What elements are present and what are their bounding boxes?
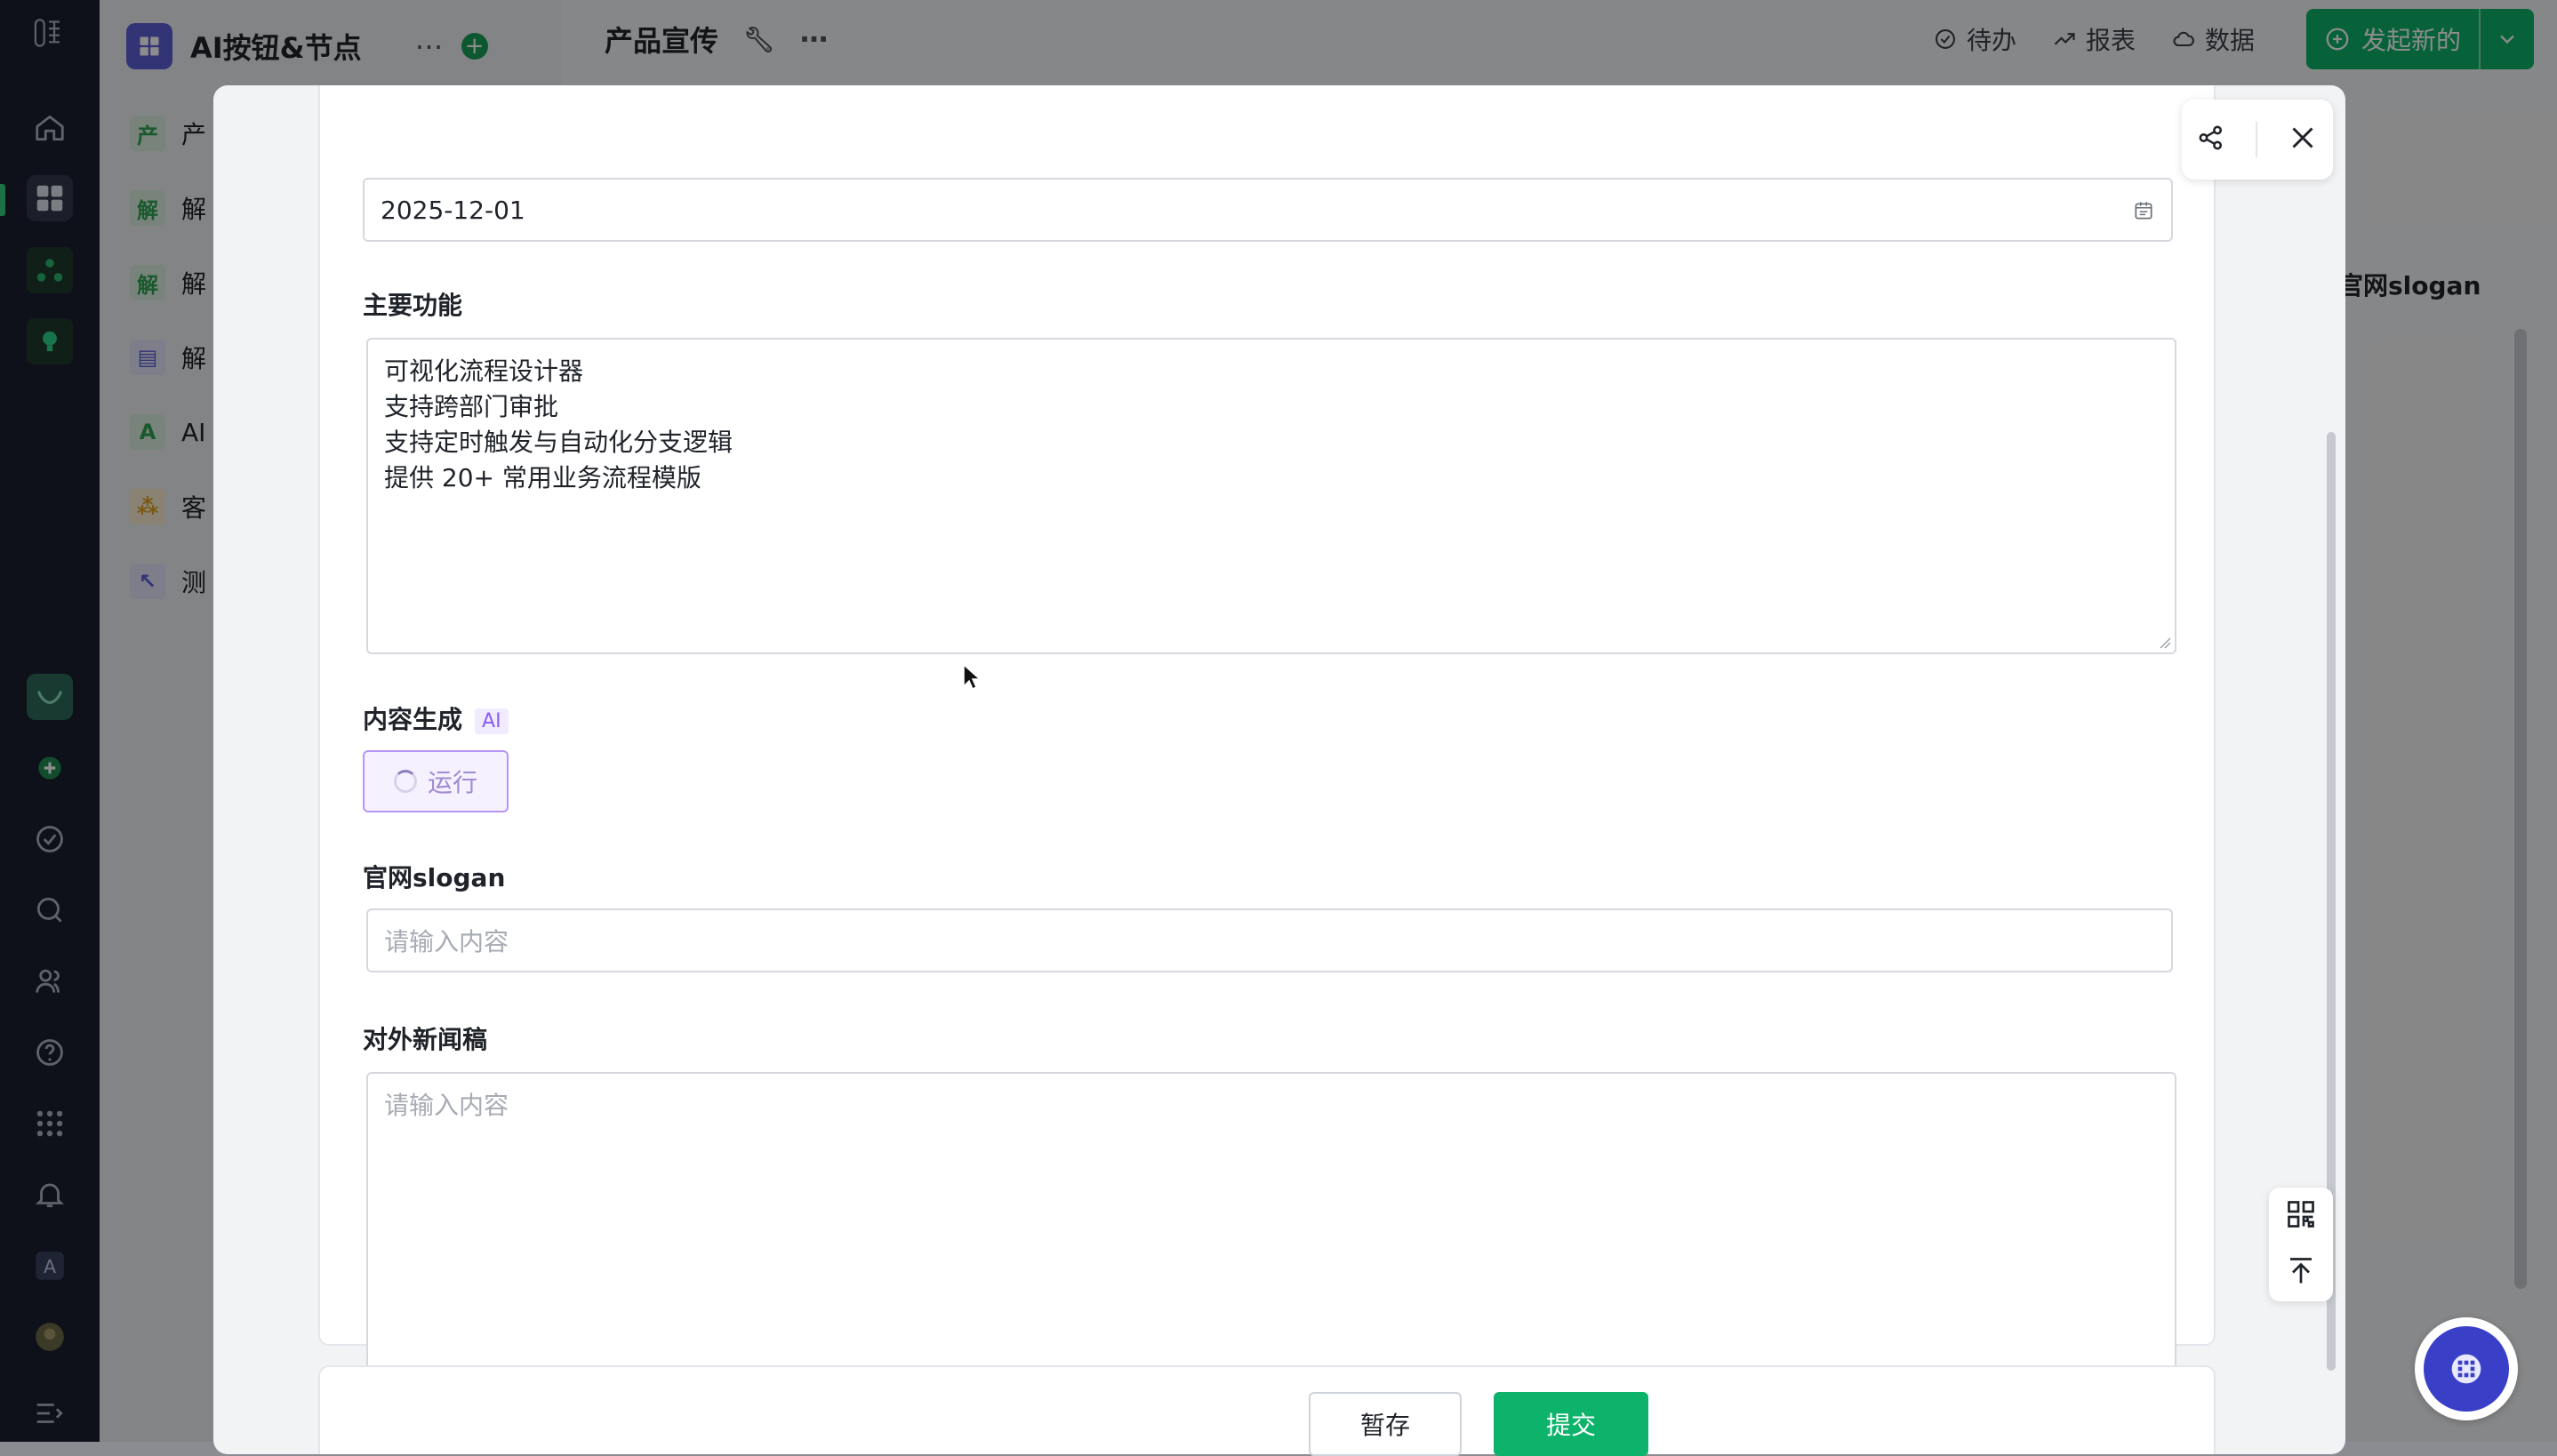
features-line: 提供 20+ 常用业务流程模版 bbox=[384, 463, 701, 492]
ai-badge: AI bbox=[475, 708, 509, 734]
run-label: 运行 bbox=[427, 768, 477, 797]
back-to-top-icon[interactable] bbox=[2285, 1255, 2317, 1291]
record-form-modal: 2025-12-01 主要功能 可视化流程设计器 支持跨部门审批 支持定时触发与… bbox=[213, 85, 2345, 1454]
modal-top-actions bbox=[2182, 100, 2333, 180]
slogan-label: 官网slogan bbox=[363, 863, 506, 892]
run-button[interactable]: 运行 bbox=[363, 750, 509, 812]
date-field[interactable]: 2025-12-01 bbox=[363, 178, 2173, 242]
content-gen-label: 内容生成 AI bbox=[363, 700, 509, 736]
press-placeholder: 请输入内容 bbox=[384, 1091, 509, 1120]
share-icon[interactable] bbox=[2196, 123, 2226, 156]
resize-handle-icon[interactable] bbox=[2159, 636, 2171, 649]
date-value: 2025-12-01 bbox=[381, 195, 525, 225]
submit-button[interactable]: 提交 bbox=[1494, 1392, 1648, 1456]
features-line: 支持定时触发与自动化分支逻辑 bbox=[384, 428, 733, 457]
close-icon[interactable] bbox=[2287, 122, 2319, 157]
press-release-label: 对外新闻稿 bbox=[363, 1025, 488, 1054]
side-tools bbox=[2269, 1188, 2333, 1301]
form-footer bbox=[318, 1365, 2216, 1454]
qr-code-icon[interactable] bbox=[2285, 1198, 2317, 1234]
features-textarea[interactable]: 可视化流程设计器 支持跨部门审批 支持定时触发与自动化分支逻辑 提供 20+ 常… bbox=[366, 338, 2176, 654]
calendar-icon[interactable] bbox=[2132, 199, 2155, 222]
press-release-textarea[interactable]: 请输入内容 bbox=[366, 1072, 2176, 1388]
loading-spinner-icon bbox=[393, 770, 417, 793]
mouse-cursor-icon bbox=[962, 663, 983, 695]
features-line: 可视化流程设计器 bbox=[384, 356, 584, 386]
features-line: 支持跨部门审批 bbox=[384, 392, 559, 421]
slogan-placeholder: 请输入内容 bbox=[384, 927, 509, 956]
slogan-input[interactable]: 请输入内容 bbox=[366, 908, 2173, 972]
ai-assistant-button[interactable] bbox=[2415, 1317, 2518, 1420]
assistant-logo-icon bbox=[2424, 1326, 2509, 1412]
save-draft-button[interactable]: 暂存 bbox=[1309, 1392, 1462, 1456]
form-card: 2025-12-01 主要功能 可视化流程设计器 支持跨部门审批 支持定时触发与… bbox=[318, 85, 2216, 1388]
divider bbox=[2255, 122, 2257, 157]
features-label: 主要功能 bbox=[363, 291, 463, 320]
content-gen-label-text: 内容生成 bbox=[363, 705, 463, 734]
